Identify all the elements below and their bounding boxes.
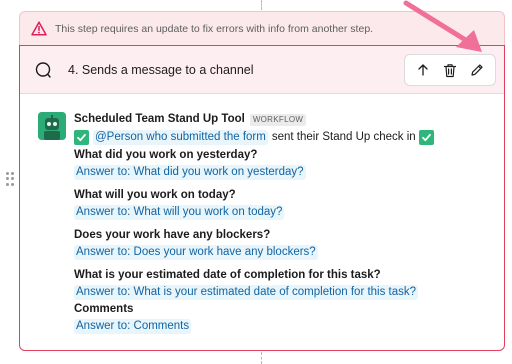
answer-variable[interactable]: Answer to: Does your work have any block… xyxy=(74,245,318,260)
pencil-icon xyxy=(471,64,483,76)
question-block: What is your estimated date of completio… xyxy=(74,268,494,300)
chat-bubble-icon xyxy=(34,61,52,79)
warning-triangle-icon xyxy=(30,20,48,38)
answer-variable[interactable]: Answer to: What is your estimated date o… xyxy=(74,285,419,300)
connector-line-bottom xyxy=(261,352,262,364)
check-mark-icon xyxy=(418,130,434,145)
question-block: Does your work have any blockers? Answer… xyxy=(74,228,494,260)
mention-suffix: sent their Stand Up check in xyxy=(271,131,416,143)
sender-name[interactable]: Scheduled Team Stand Up Tool xyxy=(74,112,245,127)
question-label: Comments xyxy=(74,303,134,315)
answer-variable[interactable]: Answer to: What will you work on today? xyxy=(74,205,285,220)
trash-icon xyxy=(443,63,457,77)
connector-line-top xyxy=(261,0,262,10)
annotation-arrow-icon xyxy=(403,0,482,52)
error-banner-text: This step requires an update to fix erro… xyxy=(55,22,374,35)
workflow-badge: WORKFLOW xyxy=(249,113,307,126)
workflow-bot-avatar xyxy=(38,112,66,140)
check-mark-icon xyxy=(74,130,89,145)
arrow-up-icon xyxy=(418,64,428,76)
question-label: What is your estimated date of completio… xyxy=(74,269,381,281)
step-title: 4. Sends a message to a channel xyxy=(68,62,254,77)
workflow-step-card[interactable]: 4. Sends a message to a channel Schedule… xyxy=(19,45,505,351)
question-label: What did you work on yesterday? xyxy=(74,149,258,161)
question-block: What did you work on yesterday? Answer t… xyxy=(74,148,494,180)
person-mention[interactable]: @Person who submitted the form xyxy=(93,130,268,145)
answer-variable[interactable]: Answer to: What did you work on yesterda… xyxy=(74,165,306,180)
question-label: What will you work on today? xyxy=(74,189,236,201)
question-block: Comments Answer to: Comments xyxy=(74,302,494,334)
drag-handle-icon[interactable] xyxy=(6,172,14,186)
question-label: Does your work have any blockers? xyxy=(74,229,271,241)
answer-variable[interactable]: Answer to: Comments xyxy=(74,319,192,334)
question-block: What will you work on today? Answer to: … xyxy=(74,188,494,220)
